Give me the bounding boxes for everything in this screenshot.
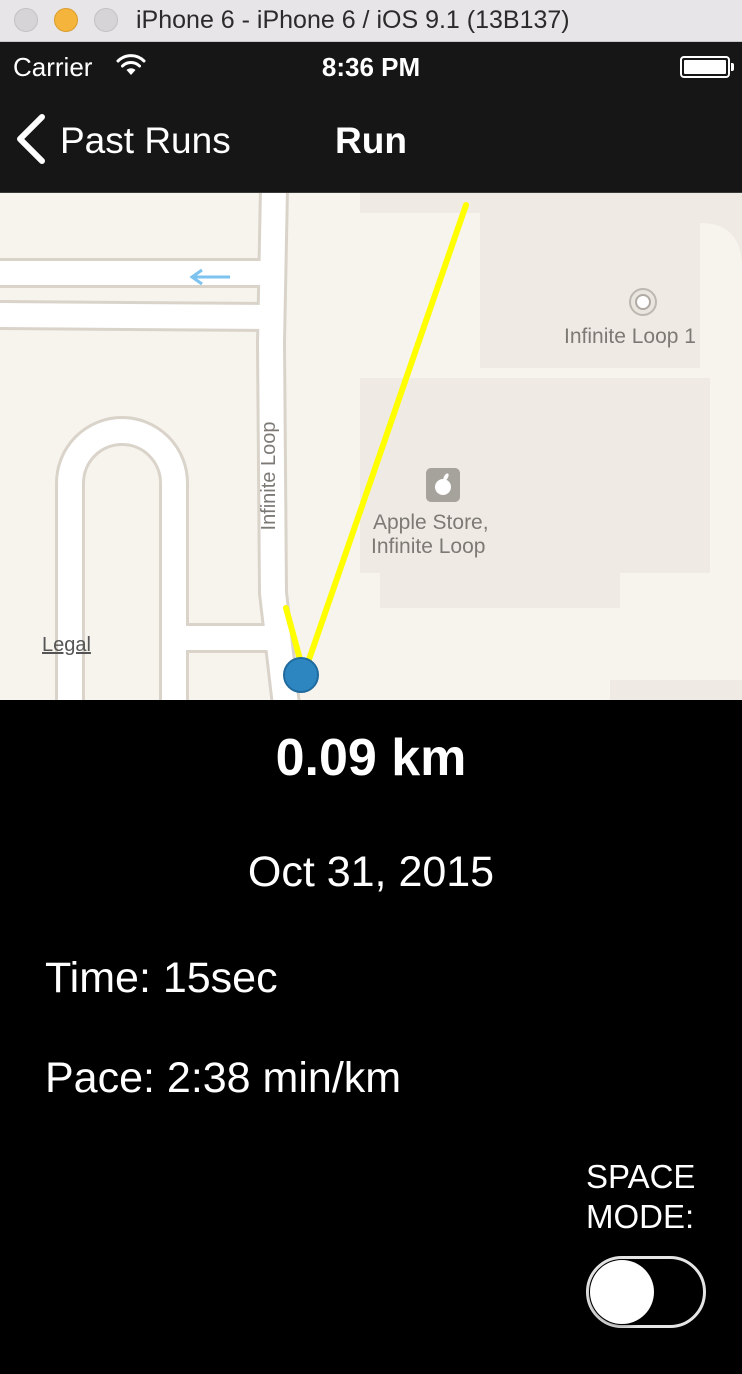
space-mode-toggle[interactable]	[586, 1256, 706, 1328]
poi-label-apple-store-line1: Apple Store,	[373, 511, 489, 534]
poi-pin-icon	[629, 288, 657, 316]
space-mode-label-line2: MODE:	[586, 1198, 695, 1235]
location-marker	[283, 657, 319, 693]
run-time: Time: 15sec	[45, 954, 278, 1002]
poi-label-infinite-loop-1: Infinite Loop 1	[564, 325, 696, 348]
run-distance: 0.09 km	[275, 729, 467, 787]
run-pace: Pace: 2:38 min/km	[45, 1054, 402, 1102]
space-mode-label-line1: SPACE	[586, 1158, 696, 1195]
street-label-infinite-loop: Infinite Loop	[258, 421, 280, 531]
map-canvas	[0, 193, 742, 700]
window-minimize-button[interactable]	[54, 8, 78, 32]
battery-icon	[680, 56, 734, 78]
window-close-button[interactable]	[14, 8, 38, 32]
page-title: Run	[335, 120, 407, 161]
run-date: Oct 31, 2015	[247, 848, 495, 896]
simulator-title-bar: iPhone 6 - iPhone 6 / iOS 9.1 (13B137)	[0, 0, 742, 42]
toggle-knob	[590, 1260, 654, 1324]
apple-store-icon	[426, 468, 460, 502]
run-map[interactable]: Infinite Loop Infinite Loop 1 Apple Stor…	[0, 193, 742, 700]
space-mode-label: SPACE MODE:	[586, 1157, 726, 1237]
poi-label-apple-store-line2: Infinite Loop	[371, 535, 486, 558]
legal-link[interactable]: Legal	[42, 634, 91, 657]
status-time: 8:36 PM	[321, 52, 421, 82]
window-title: iPhone 6 - iPhone 6 / iOS 9.1 (13B137)	[136, 6, 570, 34]
navigation-bar: Past Runs Run	[0, 90, 742, 193]
window-zoom-button[interactable]	[94, 8, 118, 32]
status-bar: Carrier 8:36 PM	[0, 42, 742, 90]
